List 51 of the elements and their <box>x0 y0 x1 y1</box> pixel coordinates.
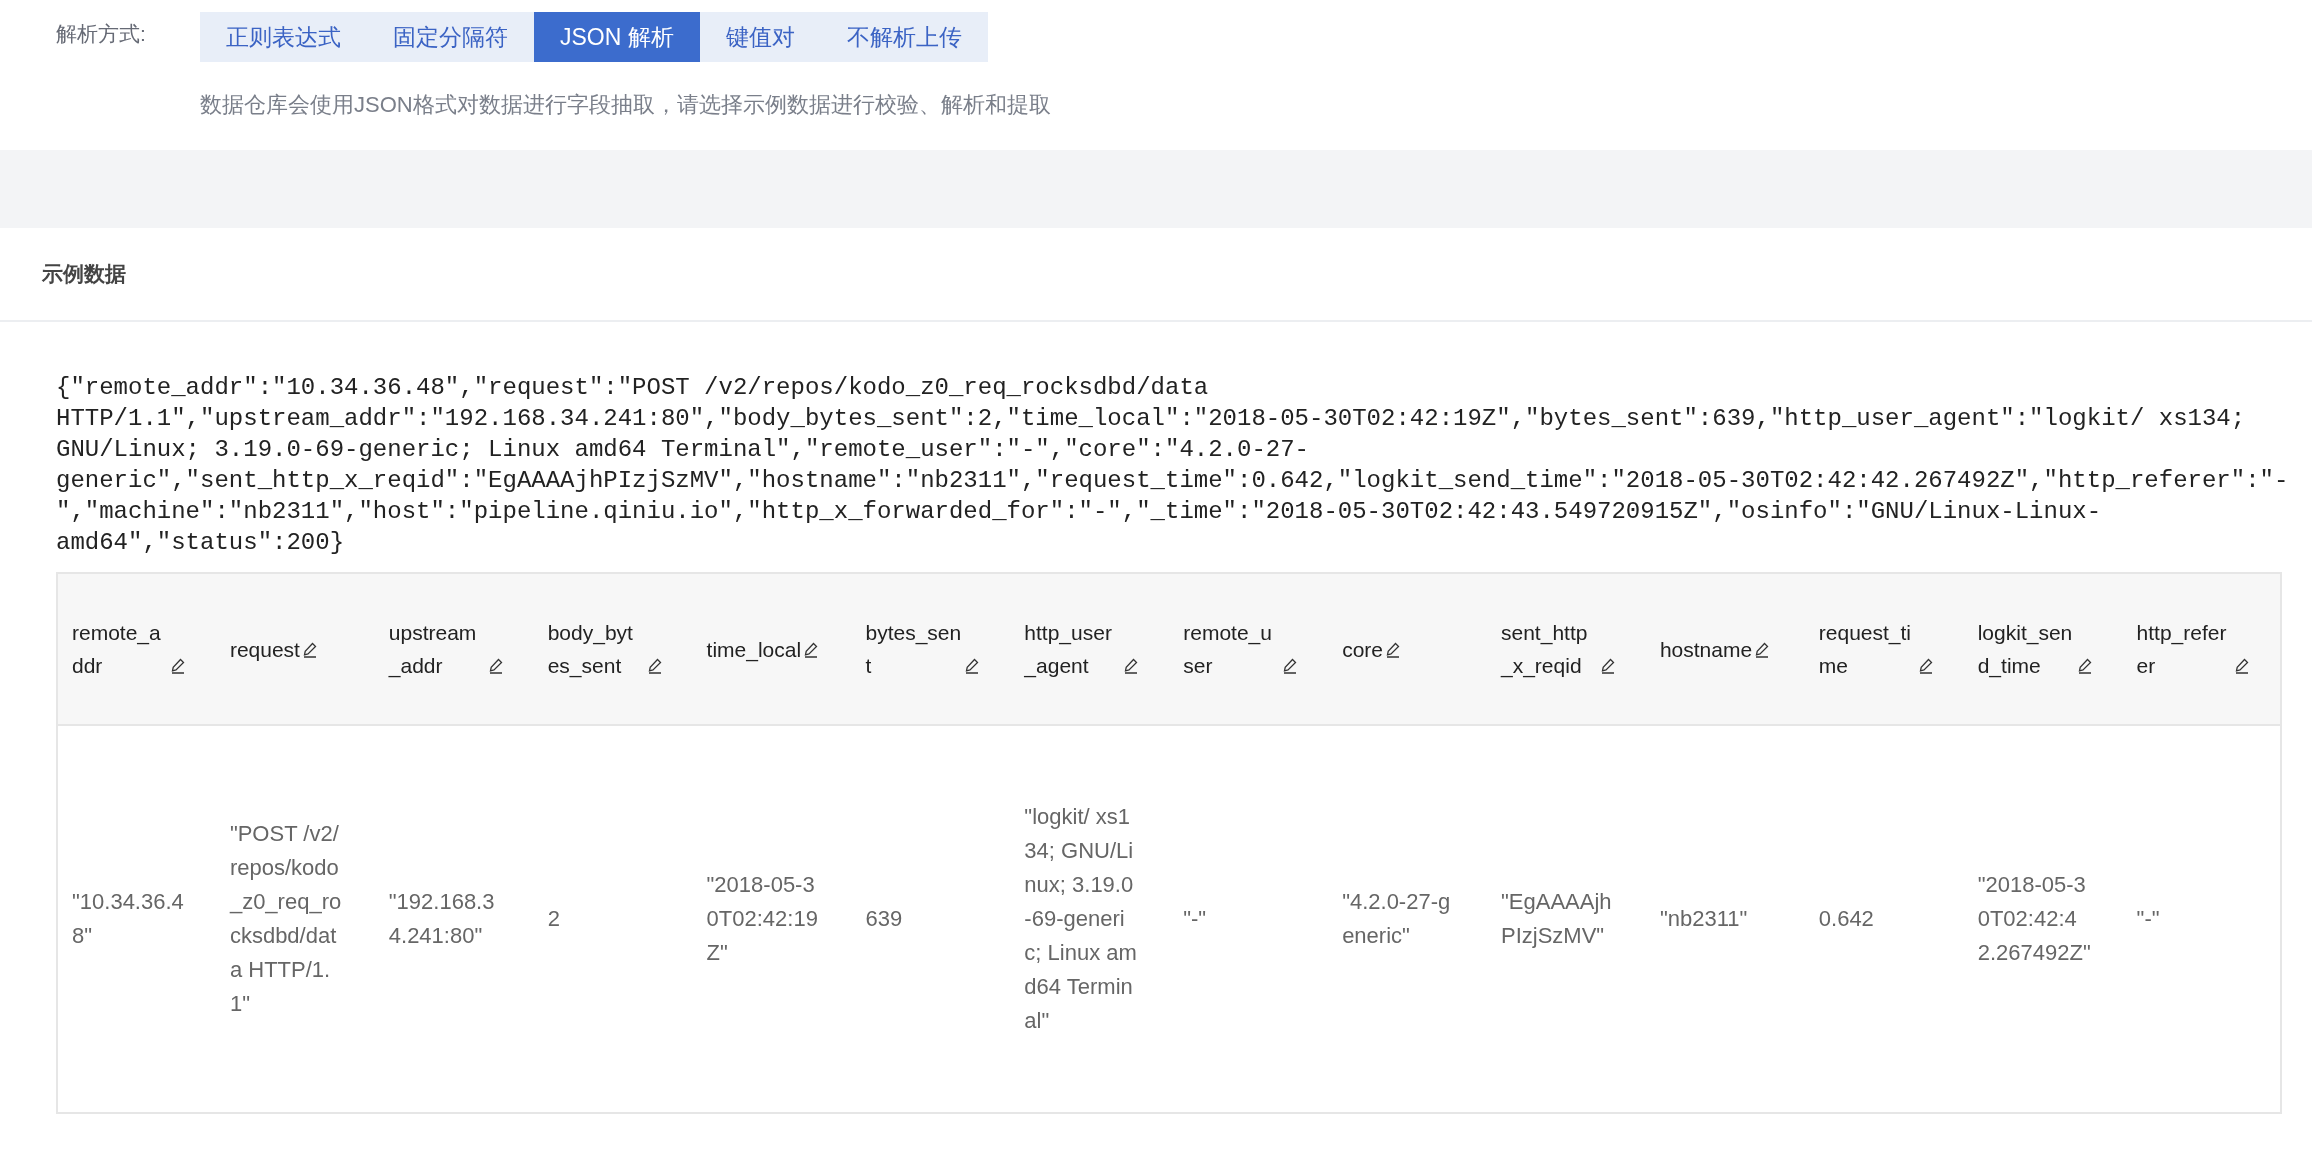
table-cell: 2 <box>547 906 560 931</box>
parse-mode-tab[interactable]: 不解析上传 <box>820 12 988 62</box>
parse-mode-label: 解析方式: <box>56 21 147 47</box>
edit-icon[interactable] <box>1599 658 1616 674</box>
sample-json-text: {"remote_addr":"10.34.36.48","request":"POST /v2/repos/kodo_z0_req_rocksdbd/data HTTP/1.1","upstream_addr":"192.168.34.241:80","body_bytes_sent":2,"time_local":"2018-05-30T02:42:19Z","bytes_sent":639,"http_user_agent":"logkit/ xs134; GNU/Linux; 3.19.0-69-generic; Linux amd64 Terminal","remote_user":"-","core":"4.2.0-27-generic","sent_http_x_reqid":"EgAAAAjhPIzjSzMV","hostname":"nb2311","request_time":0.642,"logkit_send_time":"2018-05-30T02:42:42.267492Z","http_referer":"-","machine":"nb2311","host":"pipeline.qiniu.io","http_x_forwarded_for":"-","_time":"2018-05-30T02:42:43.549720915Z","osinfo":"GNU/Linux-Linux-amd64","status":200} <box>55 373 2290 558</box>
edit-icon[interactable] <box>2234 658 2251 674</box>
table-cell: "EgAAAAjhPIzjSzMV" <box>1501 889 1612 948</box>
edit-icon[interactable] <box>964 658 981 674</box>
column-header: bytes_sent <box>865 620 963 679</box>
parse-mode-tab[interactable]: 键值对 <box>699 12 821 62</box>
column-header: sent_http_x_reqid <box>1501 620 1589 680</box>
parse-mode-tab[interactable]: 正则表达式 <box>200 12 367 62</box>
edit-icon[interactable] <box>646 658 663 674</box>
edit-icon[interactable] <box>2076 658 2093 674</box>
table-cell: "2018-05-30T02:42:19Z" <box>706 872 818 965</box>
edit-icon[interactable] <box>487 658 504 674</box>
column-header: http_referer <box>2136 620 2228 679</box>
column-header: hostname <box>1659 636 1753 663</box>
table-cell: "192.168.34.241:80" <box>388 889 495 948</box>
table-cell: "4.2.0-27-generic" <box>1342 889 1451 948</box>
table-cell: "logkit/ xs134; GNU/Linux; 3.19.0-69-generic; Linux amd64 Terminal" <box>1024 804 1137 1033</box>
parse-mode-tab[interactable]: 固定分隔符 <box>367 12 534 62</box>
table-cell: "nb2311" <box>1659 906 1748 931</box>
column-header: remote_user <box>1183 620 1273 679</box>
table-cell: "POST /v2/repos/kodo_z0_req_rocksdbd/data HTTP/1.1" <box>229 821 342 1016</box>
edit-icon[interactable] <box>1917 658 1934 674</box>
edit-icon[interactable] <box>169 658 186 674</box>
table-cell: "-" <box>1183 906 1207 931</box>
table-cell: "10.34.36.48" <box>72 889 184 948</box>
column-header: request <box>229 636 300 663</box>
column-header: body_bytes_sent <box>547 620 634 680</box>
parse-mode-tab[interactable]: JSON 解析 <box>534 12 700 62</box>
edit-icon[interactable] <box>301 641 318 658</box>
table-cell: "2018-05-30T02:42:42.267492Z" <box>1977 872 2091 965</box>
column-header: time_local <box>706 636 802 664</box>
edit-icon[interactable] <box>1754 641 1771 658</box>
edit-icon[interactable] <box>803 641 820 658</box>
edit-icon[interactable] <box>1123 658 1140 674</box>
table-cell: 0.642 <box>1818 906 1874 931</box>
table-cell: "-" <box>2136 906 2160 931</box>
column-header: remote_addr <box>72 620 162 679</box>
section-title: 示例数据 <box>42 261 126 287</box>
column-header: upstream_addr <box>388 620 478 680</box>
edit-icon[interactable] <box>1282 658 1299 674</box>
column-header: logkit_send_time <box>1977 620 2074 680</box>
edit-icon[interactable] <box>1385 641 1401 658</box>
column-header: request_time <box>1818 620 1913 679</box>
column-header: http_user_agent <box>1024 620 1113 680</box>
table-cell: 639 <box>865 906 903 931</box>
parse-mode-description: 数据仓库会使用JSON格式对数据进行字段抽取，请选择示例数据进行校验、解析和提取 <box>200 91 1052 119</box>
column-header: core <box>1342 636 1383 663</box>
